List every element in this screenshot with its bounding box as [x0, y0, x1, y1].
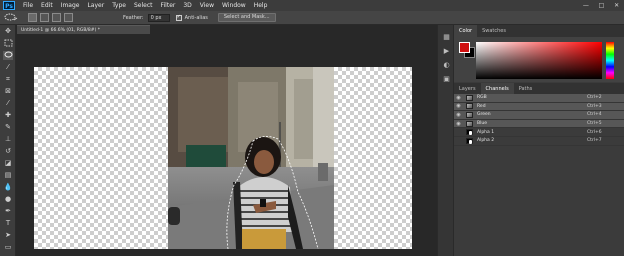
menu-select[interactable]: Select [134, 2, 153, 9]
menu-file[interactable]: File [23, 2, 33, 9]
rectangle-tool-icon[interactable]: ▭ [3, 243, 13, 252]
channel-row-alpha-1[interactable]: Alpha 1 Ctrl+6 [454, 128, 624, 137]
path-selection-tool-icon[interactable]: ➤ [3, 231, 13, 240]
menu-image[interactable]: Image [61, 2, 80, 9]
channel-name: Red [477, 103, 486, 109]
channel-thumbnail [466, 120, 473, 127]
pen-tool-icon[interactable]: ✒ [3, 207, 13, 216]
eraser-tool-icon[interactable]: ◪ [3, 159, 13, 168]
properties-panel-icon[interactable]: ▶ [442, 47, 451, 56]
channel-thumbnail [466, 137, 473, 144]
channel-shortcut: Ctrl+6 [587, 129, 602, 135]
visibility-eye-icon[interactable]: ◉ [454, 103, 463, 109]
visibility-eye-icon[interactable]: ◉ [454, 95, 463, 101]
menu-edit[interactable]: Edit [41, 2, 53, 9]
menu-help[interactable]: Help [254, 2, 268, 9]
channel-row-rgb[interactable]: ◉ RGB Ctrl+2 [454, 94, 624, 103]
document-tab[interactable]: Untitled-1 @ 66.6% (01, RGB/8#) * [17, 25, 150, 34]
maximize-button[interactable]: □ [599, 2, 605, 9]
quick-selection-tool-icon[interactable]: ⁄ [3, 63, 13, 72]
close-button[interactable]: ✕ [614, 2, 619, 9]
channel-name: Blue [477, 121, 487, 127]
transparent-canvas-left[interactable] [34, 67, 168, 249]
clone-stamp-tool-icon[interactable]: ⊥ [3, 135, 13, 144]
channel-shortcut: Ctrl+3 [587, 103, 602, 109]
channel-name: Alpha 1 [477, 129, 495, 135]
tab-channels[interactable]: Channels [480, 83, 514, 94]
channel-row-blue[interactable]: ◉ Blue Ctrl+5 [454, 119, 624, 129]
color-picker-field[interactable] [476, 42, 602, 79]
collapsed-panels-strip: ▦ ▶ ◐ ▣ [437, 25, 454, 256]
feather-input[interactable]: 0 px [147, 13, 170, 22]
channel-shortcut: Ctrl+7 [587, 138, 602, 144]
window-controls: — □ ✕ [578, 1, 624, 10]
tab-layers[interactable]: Layers [454, 83, 481, 94]
channel-row-alpha-2[interactable]: Alpha 2 Ctrl+7 [454, 137, 624, 146]
menu-view[interactable]: View [200, 2, 214, 9]
app-logo: Ps [3, 1, 15, 10]
brush-tool-icon[interactable]: ✎ [3, 123, 13, 132]
channel-row-green[interactable]: ◉ Green Ctrl+4 [454, 111, 624, 120]
photo-layer[interactable] [168, 67, 334, 249]
new-selection-button[interactable] [28, 13, 37, 22]
color-panel-tabs: Color Swatches [454, 25, 624, 37]
feather-label: Feather: [123, 14, 144, 21]
channel-thumbnail [466, 129, 473, 136]
menu-filter[interactable]: Filter [161, 2, 176, 9]
channel-row-red[interactable]: ◉ Red Ctrl+3 [454, 102, 624, 112]
channel-shortcut: Ctrl+4 [587, 112, 602, 118]
menu-type[interactable]: Type [112, 2, 126, 9]
blur-tool-icon[interactable]: 💧 [3, 183, 13, 192]
transparent-canvas-right[interactable] [334, 67, 412, 249]
menu-3d[interactable]: 3D [183, 2, 191, 9]
type-tool-icon[interactable]: T [3, 219, 13, 228]
lasso-tool-icon[interactable] [3, 51, 13, 60]
history-panel-icon[interactable]: ▦ [442, 33, 451, 42]
intersect-selection-button[interactable] [64, 13, 73, 22]
subtract-from-selection-button[interactable] [52, 13, 61, 22]
dodge-tool-icon[interactable]: ● [3, 195, 13, 204]
move-tool-icon[interactable]: ✥ [3, 27, 13, 36]
tab-swatches[interactable]: Swatches [477, 25, 511, 37]
styles-panel-icon[interactable]: ▣ [442, 75, 451, 84]
menu-bar: Ps File Edit Image Layer Type Select Fil… [0, 0, 624, 11]
frame-tool-icon[interactable]: ⊠ [3, 87, 13, 96]
channels-panel-empty-area [454, 154, 624, 256]
channels-list: ◉ RGB Ctrl+2 ◉ Red Ctrl+3 ◉ Green Ctrl+4… [454, 94, 624, 154]
antialias-checkbox[interactable] [175, 14, 182, 21]
hue-slider[interactable] [606, 42, 614, 79]
lasso-tool-preset-icon[interactable] [4, 13, 18, 22]
tools-panel: ✥ ⁄ ⌗ ⊠ ⁄ ✚ ✎ ⊥ ↺ ◪ ▤ 💧 ● ✒ T ➤ ▭ [0, 25, 16, 256]
channel-thumbnail [466, 94, 473, 101]
channel-shortcut: Ctrl+5 [587, 121, 602, 127]
tab-color[interactable]: Color [454, 25, 478, 37]
crop-tool-icon[interactable]: ⌗ [3, 75, 13, 84]
eyedropper-tool-icon[interactable]: ⁄ [3, 99, 13, 108]
channel-name: Alpha 2 [477, 138, 495, 144]
history-brush-tool-icon[interactable]: ↺ [3, 147, 13, 156]
marquee-tool-icon[interactable] [3, 39, 13, 48]
channel-thumbnail [466, 103, 473, 110]
channel-shortcut: Ctrl+2 [587, 95, 602, 101]
menu-window[interactable]: Window [222, 2, 246, 9]
tab-paths[interactable]: Paths [514, 83, 538, 94]
channels-panel-tabs: Layers Channels Paths [454, 83, 624, 94]
foreground-color-swatch[interactable] [459, 42, 470, 53]
channel-name: Green [477, 112, 491, 118]
channel-thumbnail [466, 111, 473, 118]
channel-name: RGB [477, 95, 487, 101]
options-bar: Feather: 0 px Anti-alias Select and Mask… [0, 11, 624, 25]
add-to-selection-button[interactable] [40, 13, 49, 22]
adjustments-panel-icon[interactable]: ◐ [442, 61, 451, 70]
menu-layer[interactable]: Layer [87, 2, 104, 9]
visibility-eye-icon[interactable]: ◉ [454, 121, 463, 127]
gradient-tool-icon[interactable]: ▤ [3, 171, 13, 180]
minimize-button[interactable]: — [583, 2, 589, 9]
select-and-mask-button[interactable]: Select and Mask... [217, 13, 276, 22]
visibility-eye-icon[interactable]: ◉ [454, 112, 463, 118]
antialias-label: Anti-alias [184, 14, 208, 21]
healing-brush-tool-icon[interactable]: ✚ [3, 111, 13, 120]
